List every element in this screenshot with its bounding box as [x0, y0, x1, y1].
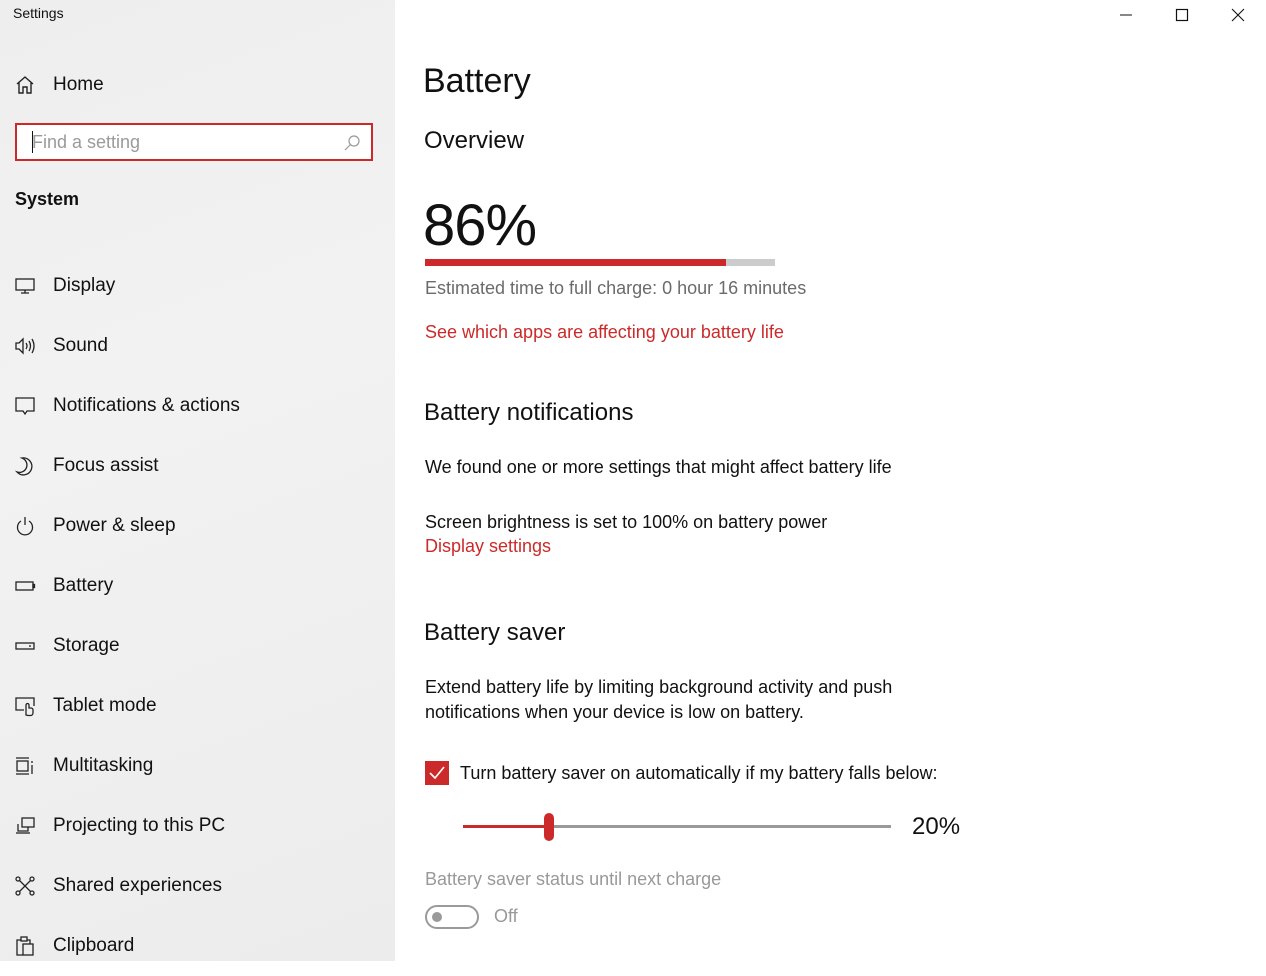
- sidebar-item-label: Display: [53, 275, 116, 296]
- minimize-icon: [1120, 14, 1132, 16]
- settings-found-text: We found one or more settings that might…: [425, 457, 892, 477]
- clipboard-icon: [14, 935, 36, 957]
- battery-progress-bar: [425, 259, 775, 266]
- sidebar-item-tablet-mode[interactable]: Tablet mode: [14, 676, 240, 736]
- charge-estimate: Estimated time to full charge: 0 hour 16…: [425, 278, 807, 298]
- window-controls: [1098, 0, 1266, 30]
- sidebar-item-label: Notifications & actions: [53, 395, 240, 416]
- section-title-system: System: [15, 189, 80, 209]
- battery-apps-link[interactable]: See which apps are affecting your batter…: [425, 322, 784, 343]
- sidebar-item-label: Battery: [53, 575, 114, 596]
- brightness-text: Screen brightness is set to 100% on batt…: [425, 512, 828, 532]
- speaker-icon: [14, 335, 36, 357]
- sidebar-item-label: Tablet mode: [53, 695, 157, 716]
- projecting-icon: [14, 815, 36, 837]
- close-icon: [1231, 8, 1245, 22]
- search-icon[interactable]: [343, 134, 361, 152]
- auto-saver-checkbox-label: Turn battery saver on automatically if m…: [460, 762, 938, 783]
- sidebar-item-power-sleep[interactable]: Power & sleep: [14, 496, 240, 556]
- page-title: Battery: [423, 62, 531, 100]
- search-input[interactable]: [17, 125, 332, 159]
- battery-percent: 86%: [423, 193, 537, 258]
- sidebar-item-label: Focus assist: [53, 455, 159, 476]
- sidebar-item-home[interactable]: Home: [14, 72, 104, 98]
- sidebar-item-label: Clipboard: [53, 935, 135, 956]
- multitasking-icon: [14, 755, 36, 777]
- sidebar-item-display[interactable]: Display: [14, 256, 240, 316]
- sidebar-item-shared-experiences[interactable]: Shared experiences: [14, 856, 240, 916]
- maximize-button[interactable]: [1154, 0, 1210, 30]
- sidebar-item-label: Power & sleep: [53, 515, 176, 536]
- sidebar-item-label: Sound: [53, 335, 108, 356]
- sidebar-item-label: Storage: [53, 635, 120, 656]
- saver-status-label: Battery saver status until next charge: [425, 869, 722, 889]
- sidebar-item-label: Projecting to this PC: [53, 815, 226, 836]
- saver-description-line2: notifications when your device is low on…: [425, 702, 804, 722]
- battery-progress-fill: [425, 259, 726, 266]
- main-panel: Battery Overview 86% Estimated time to f…: [395, 0, 1266, 961]
- sidebar-item-clipboard[interactable]: Clipboard: [14, 916, 240, 976]
- saver-description-line1: Extend battery life by limiting backgrou…: [425, 677, 893, 697]
- sidebar-item-storage[interactable]: Storage: [14, 616, 240, 676]
- sidebar-item-multitasking[interactable]: Multitasking: [14, 736, 240, 796]
- overview-heading: Overview: [424, 127, 525, 154]
- home-icon: [14, 74, 36, 96]
- sidebar-item-label: Shared experiences: [53, 875, 222, 896]
- moon-icon: [14, 455, 36, 477]
- sidebar-item-label: Multitasking: [53, 755, 154, 776]
- sidebar-item-battery[interactable]: Battery: [14, 556, 240, 616]
- battery-notifications-heading: Battery notifications: [424, 399, 634, 426]
- saver-threshold-value: 20%: [912, 813, 961, 840]
- shared-experiences-icon: [14, 875, 36, 897]
- sidebar-item-projecting[interactable]: Projecting to this PC: [14, 796, 240, 856]
- display-icon: [14, 275, 36, 297]
- home-label: Home: [53, 74, 104, 95]
- sidebar-item-sound[interactable]: Sound: [14, 316, 240, 376]
- battery-saver-heading: Battery saver: [424, 619, 566, 646]
- storage-icon: [14, 635, 36, 657]
- sidebar-nav: Display Sound Notifications & actions Fo…: [14, 256, 240, 976]
- auto-saver-checkbox-row[interactable]: Turn battery saver on automatically if m…: [425, 761, 938, 785]
- text-caret: [32, 131, 33, 153]
- display-settings-link[interactable]: Display settings: [425, 536, 551, 557]
- checkmark-icon: [429, 766, 445, 780]
- battery-icon: [14, 575, 36, 597]
- sidebar: Settings Home System Display Sound: [0, 0, 395, 961]
- slider-track-fill: [463, 825, 549, 828]
- saver-status-toggle[interactable]: [425, 905, 479, 929]
- minimize-button[interactable]: [1098, 0, 1154, 30]
- power-icon: [14, 515, 36, 537]
- tablet-mode-icon: [14, 695, 36, 717]
- search-box[interactable]: [15, 123, 373, 161]
- saver-status-state: Off: [494, 906, 518, 926]
- auto-saver-checkbox[interactable]: [425, 761, 449, 785]
- saver-threshold-slider[interactable]: [463, 812, 891, 842]
- app-title: Settings: [13, 5, 64, 21]
- maximize-icon: [1175, 8, 1189, 22]
- notification-icon: [14, 395, 36, 417]
- sidebar-item-notifications[interactable]: Notifications & actions: [14, 376, 240, 436]
- slider-thumb[interactable]: [543, 813, 554, 841]
- toggle-knob: [432, 912, 442, 922]
- close-button[interactable]: [1210, 0, 1266, 30]
- sidebar-item-focus-assist[interactable]: Focus assist: [14, 436, 240, 496]
